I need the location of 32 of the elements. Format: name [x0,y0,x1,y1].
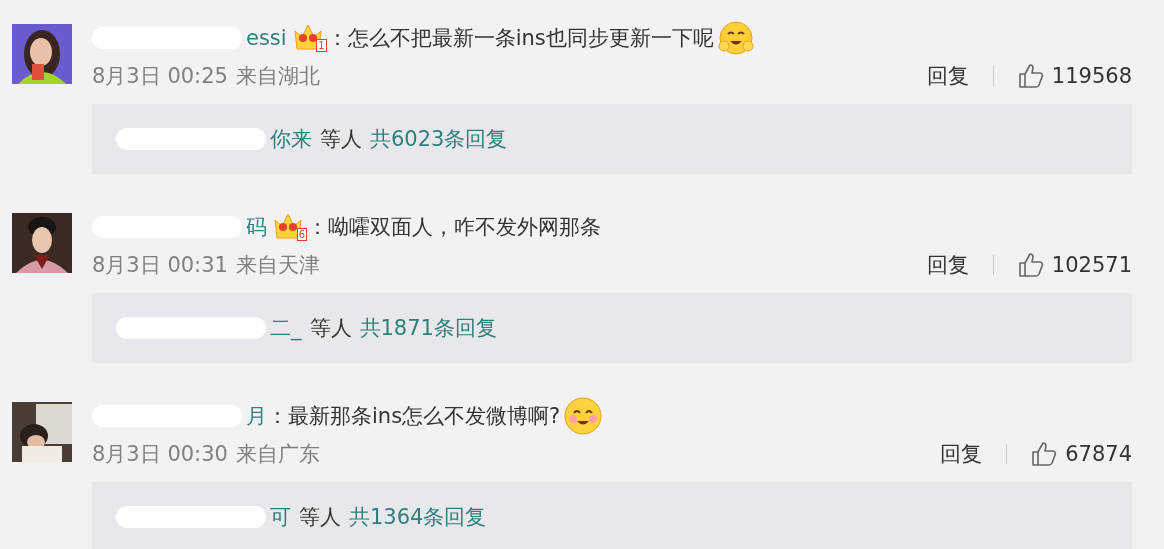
like-button[interactable]: 67874 [1015,441,1132,467]
comment-text: ：呦嚯双面人，咋不发外网那条 [307,214,601,241]
comment-time: 8月3日 00:30 [92,441,228,468]
comment-text: ：最新那条ins怎么不发微博啊? [267,403,561,430]
username-link[interactable]: essi [92,26,287,50]
smiling-emoji-icon [564,397,603,435]
reply-count-link[interactable]: 共1871条回复 [359,314,497,342]
comment-text: ：怎么不把最新一条ins也同步更新一下呢 [326,25,714,52]
username-link[interactable]: 月 [92,402,267,430]
reply-by-text: 等人 [320,126,362,153]
thumbs-up-icon [1017,63,1044,89]
thumbs-up-icon [1017,252,1044,278]
comment-source: 来自广东 [235,441,320,468]
comment-source: 来自湖北 [235,63,320,90]
reply-count-link[interactable]: 共1364条回复 [349,503,487,531]
reply-usernames[interactable]: 你来 [116,125,312,153]
username-link[interactable]: 码 [92,213,267,241]
like-button[interactable]: 119568 [1001,63,1132,89]
comment-source: 来自天津 [235,252,320,279]
reply-usernames[interactable]: 可 [116,503,291,531]
reply-link[interactable]: 回复 [910,251,985,279]
comment-time: 8月3日 00:25 [92,63,228,90]
hugging-emoji-icon [717,20,754,56]
reply-usernames[interactable]: 二_ [116,314,302,342]
reply-link[interactable]: 回复 [910,62,985,90]
comment-time: 8月3日 00:31 [92,252,228,279]
like-button[interactable]: 102571 [1001,252,1132,278]
reply-by-text: 等人 [299,504,341,531]
thumbs-up-icon [1031,441,1058,467]
reply-count-link[interactable]: 共6023条回复 [370,125,508,153]
reply-by-text: 等人 [309,315,352,342]
reply-link[interactable]: 回复 [924,440,999,468]
